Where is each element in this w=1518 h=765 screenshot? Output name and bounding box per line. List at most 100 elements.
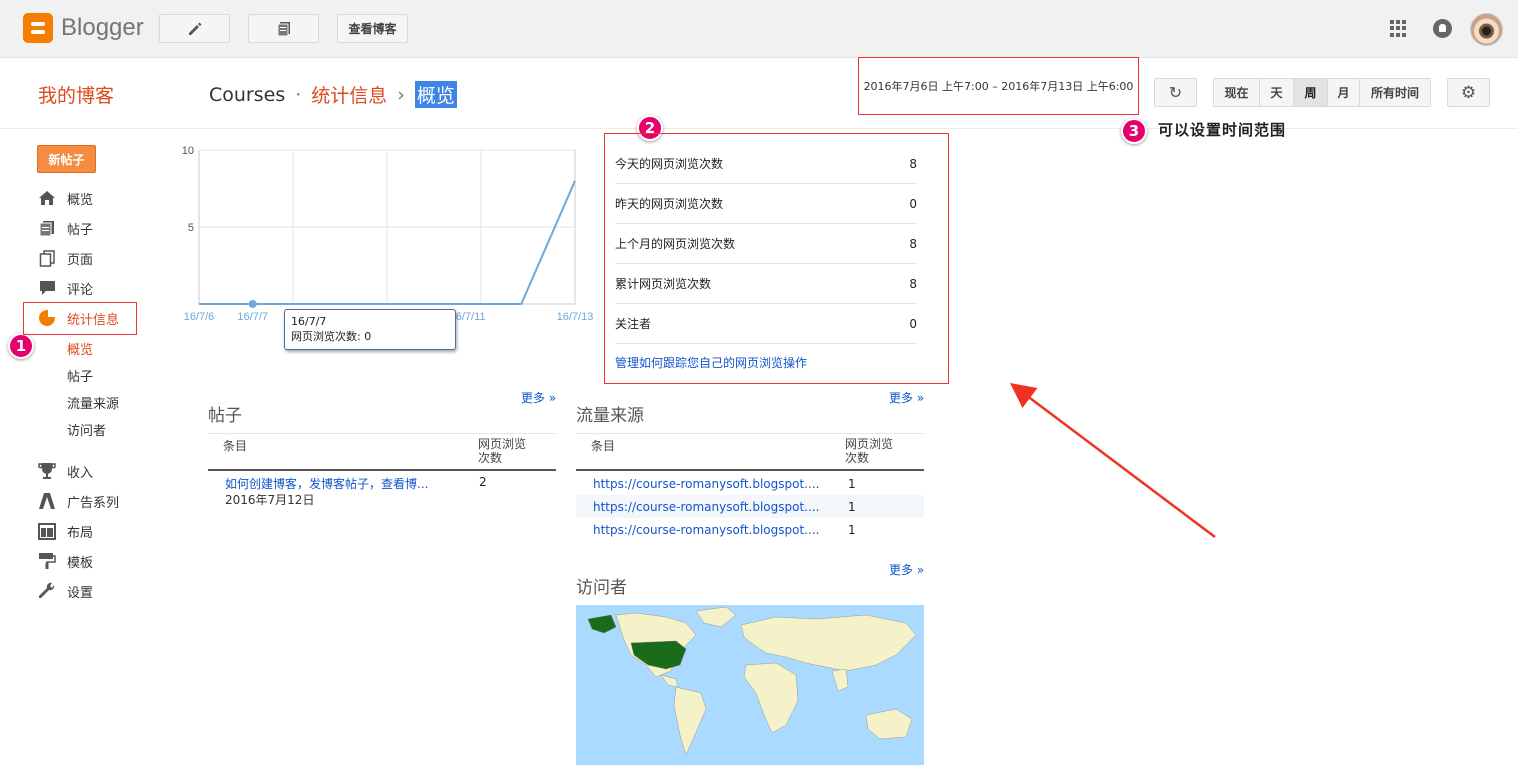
- annotation-note-3: 可以设置时间范围: [1158, 121, 1287, 139]
- paint-roller-icon: [38, 552, 56, 570]
- refresh-button[interactable]: ↻: [1154, 78, 1197, 107]
- sidebar-subitem-posts[interactable]: 帖子: [67, 366, 93, 385]
- stat-value: 8: [909, 156, 917, 171]
- blog-name-dropdown[interactable]: 我的博客: [38, 81, 114, 108]
- posts-panel-title: 帖子: [208, 406, 242, 426]
- stat-label: 累计网页浏览次数: [615, 277, 712, 291]
- campaign-icon: [38, 492, 56, 510]
- stat-label: 昨天的网页浏览次数: [615, 197, 724, 211]
- tooltip-date: 16/7/7: [291, 315, 327, 328]
- referrer-link[interactable]: https://course-romanysoft.blogspot....: [593, 477, 819, 491]
- new-post-button[interactable]: 新帖子: [37, 145, 96, 173]
- col-entry-header: 条目: [223, 439, 248, 453]
- range-now-button[interactable]: 现在: [1214, 79, 1260, 106]
- apps-grid-icon[interactable]: [1390, 20, 1407, 37]
- table-row: https://course-romanysoft.blogspot.... 1: [576, 518, 924, 541]
- date-range-text: 2016年7月6日 上午7:00 – 2016年7月13日 上午6:00: [863, 80, 1134, 93]
- stat-value: 8: [909, 276, 917, 291]
- col-entry-header: 条目: [591, 439, 616, 453]
- breadcrumb-stats[interactable]: 统计信息: [311, 81, 387, 108]
- stat-value: 0: [909, 316, 917, 331]
- range-month-button[interactable]: 月: [1328, 79, 1360, 106]
- avatar[interactable]: [1470, 13, 1503, 46]
- referrer-link[interactable]: https://course-romanysoft.blogspot....: [593, 523, 819, 537]
- sidebar-item-settings[interactable]: 设置: [38, 581, 93, 601]
- range-week-button[interactable]: 周: [1294, 79, 1328, 106]
- sidebar-item-label: 概览: [67, 192, 94, 208]
- sidebar-item-campaigns[interactable]: 广告系列: [38, 491, 119, 511]
- posts-more-link[interactable]: 更多 »: [521, 389, 556, 406]
- trophy-icon: [38, 462, 56, 480]
- col-views-header: 网页浏览 次数: [845, 437, 893, 465]
- sidebar-item-posts[interactable]: 帖子: [38, 218, 93, 238]
- sidebar-item-stats[interactable]: 统计信息: [38, 308, 119, 328]
- breadcrumb-chevron: ›: [397, 83, 405, 106]
- sidebar-item-label: 帖子: [67, 222, 94, 238]
- x-tick-label: 16/7/13: [557, 311, 594, 323]
- post-views: 2: [479, 475, 487, 489]
- sidebar-item-label: 评论: [67, 282, 94, 298]
- post-date: 2016年7月12日: [225, 493, 315, 507]
- settings-button[interactable]: ⚙: [1447, 78, 1490, 107]
- tooltip-value: 0: [364, 330, 372, 343]
- sidebar-item-comments[interactable]: 评论: [38, 278, 93, 298]
- notifications-icon[interactable]: [1433, 19, 1452, 38]
- sidebar-item-layout[interactable]: 布局: [38, 521, 93, 541]
- table-row: 如何创建博客，发博客帖子，查看博... 2016年7月12日 2: [208, 475, 556, 509]
- range-all-time-button[interactable]: 所有时间: [1360, 79, 1430, 106]
- y-tick-label: 5: [188, 222, 194, 234]
- comment-icon: [38, 279, 56, 297]
- range-selector: 现在 天 周 月 所有时间: [1213, 78, 1431, 107]
- posts-icon: [277, 21, 290, 36]
- manage-tracking-link[interactable]: 管理如何跟踪您自己的网页浏览操作: [615, 354, 807, 371]
- tooltip-label: 网页浏览次数: [291, 330, 357, 343]
- sidebar-item-template[interactable]: 模板: [38, 551, 93, 571]
- col-views-header-line1: 网页浏览: [845, 437, 894, 451]
- posts-list-button[interactable]: [248, 14, 319, 43]
- posts-table-header: 条目 网页浏览 次数: [208, 433, 556, 471]
- traffic-table-header: 条目 网页浏览 次数: [576, 433, 924, 471]
- post-title-link[interactable]: 如何创建博客，发博客帖子，查看博...: [225, 475, 428, 492]
- sidebar-item-label: 布局: [67, 525, 94, 541]
- sidebar-item-overview[interactable]: 概览: [38, 188, 93, 208]
- sidebar-item-label: 模板: [67, 555, 94, 571]
- view-blog-button[interactable]: 查看博客: [337, 14, 408, 43]
- breadcrumb: Courses · 统计信息 › 概览: [209, 81, 457, 108]
- y-tick-label: 10: [182, 145, 194, 157]
- visitors-world-map: [576, 605, 924, 765]
- top-bar: Blogger 查看博客: [0, 0, 1518, 58]
- table-row: https://course-romanysoft.blogspot.... 1: [576, 495, 924, 518]
- sidebar-item-label: 设置: [67, 585, 94, 601]
- breadcrumb-blog[interactable]: Courses: [209, 84, 285, 106]
- sidebar-subitem-visitors[interactable]: 访问者: [67, 420, 106, 439]
- stat-row: 累计网页浏览次数 8: [615, 264, 917, 304]
- tooltip-value-row: 网页浏览次数: 0: [291, 330, 372, 343]
- referrer-views: 1: [848, 499, 856, 514]
- visitors-panel-title: 访问者: [576, 578, 627, 598]
- visitors-more-link[interactable]: 更多 »: [889, 561, 924, 578]
- new-post-pencil-button[interactable]: [159, 14, 230, 43]
- stat-value: 8: [909, 236, 917, 251]
- annotation-badge-3: 3: [1121, 118, 1147, 144]
- annotation-arrow: [1010, 382, 1216, 538]
- refresh-icon: ↻: [1168, 83, 1183, 102]
- traffic-more-link[interactable]: 更多 »: [889, 389, 924, 406]
- x-tick-label: 16/7/6: [184, 311, 215, 323]
- sidebar-subitem-overview[interactable]: 概览: [67, 339, 93, 358]
- referrer-views: 1: [848, 476, 856, 491]
- sidebar-subitem-traffic[interactable]: 流量来源: [67, 393, 119, 412]
- sidebar-item-label: 统计信息: [67, 312, 120, 328]
- annotation-badge-1: 1: [8, 333, 34, 359]
- pageviews-chart-svg: 10516/7/616/7/716/7/916/7/1116/7/13: [182, 145, 594, 323]
- blogger-logo[interactable]: Blogger: [23, 13, 144, 43]
- referrer-link[interactable]: https://course-romanysoft.blogspot....: [593, 500, 819, 514]
- sidebar-item-earnings[interactable]: 收入: [38, 461, 93, 481]
- sidebar-item-label: 广告系列: [67, 495, 120, 511]
- date-range-label: 2016年7月6日 上午7:00 – 2016年7月13日 上午6:00: [858, 57, 1139, 115]
- stat-label: 今天的网页浏览次数: [615, 157, 724, 171]
- sidebar-item-pages[interactable]: 页面: [38, 248, 93, 268]
- range-day-button[interactable]: 天: [1260, 79, 1294, 106]
- chart-tooltip: 16/7/7 网页浏览次数: 0: [284, 309, 456, 350]
- logo-text: Blogger: [61, 14, 144, 41]
- col-views-header-line2: 次数: [845, 451, 870, 465]
